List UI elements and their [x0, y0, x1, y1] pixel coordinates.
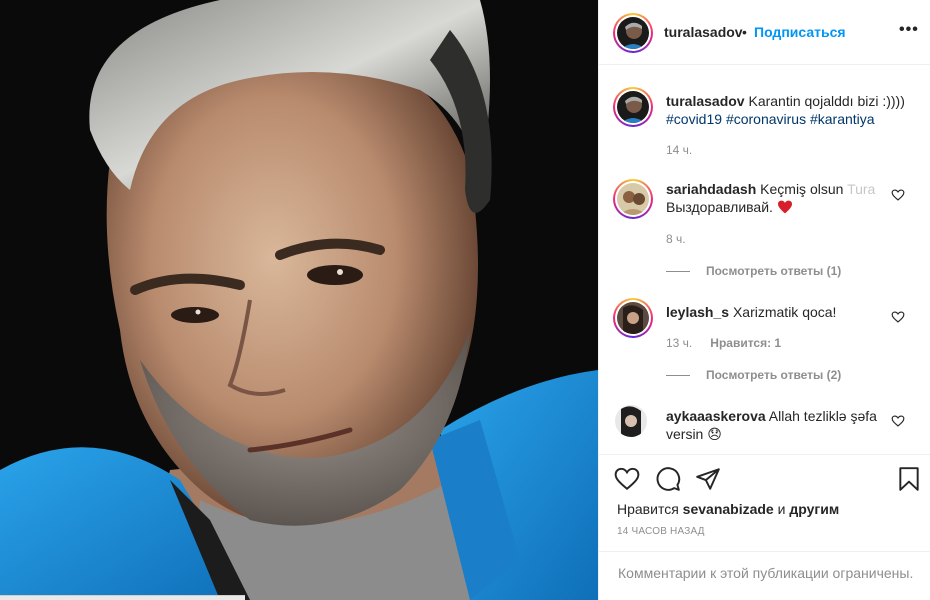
hashtag-link[interactable]: #karantiya	[810, 111, 875, 127]
sad-emoji: 😞	[707, 426, 722, 442]
comment-avatar[interactable]	[613, 179, 653, 219]
liked-by-and: и	[777, 501, 786, 517]
liked-by-text: Нравится sevanabizade и другим	[617, 501, 839, 517]
view-replies-link[interactable]: Посмотреть ответы (2)	[666, 368, 841, 382]
heart-emoji	[777, 200, 793, 214]
comment-username[interactable]: aykaaaskerova	[666, 408, 766, 424]
comment-like-icon[interactable]	[891, 414, 905, 428]
more-dots-icon[interactable]: •••	[899, 21, 919, 39]
post-header: turalasadov • Подписаться •••	[599, 0, 930, 65]
post-timestamp[interactable]: 14 ЧАСОВ НАЗАД	[617, 526, 705, 537]
follow-button[interactable]: Подписаться	[754, 24, 846, 40]
post-image	[0, 0, 598, 600]
comment-time[interactable]: 13 ч.	[666, 336, 692, 350]
author-username[interactable]: turalasadov	[664, 24, 743, 40]
comment-text: aykaaaskerova Allah tezliklə şəfa versin…	[666, 407, 886, 443]
liked-by-others[interactable]: другим	[789, 501, 839, 517]
caption-username[interactable]: turalasadov	[666, 93, 745, 109]
caption-avatar[interactable]	[613, 87, 653, 127]
post-sidebar: turalasadov • Подписаться ••• turalasado…	[598, 0, 930, 600]
author-avatar[interactable]	[613, 13, 653, 53]
comment-username[interactable]: leylash_s	[666, 304, 729, 320]
avatar-image	[617, 91, 649, 123]
view-replies-link[interactable]: Посмотреть ответы (1)	[666, 264, 841, 278]
replies-label: Посмотреть ответы (2)	[706, 368, 842, 382]
comment-avatar[interactable]	[615, 405, 647, 437]
avatar-image	[617, 183, 649, 215]
comment-like-icon[interactable]	[891, 188, 905, 202]
replies-line	[666, 271, 690, 273]
hashtag-link[interactable]: #covid19	[666, 111, 722, 127]
comment-body: Keçmiş olsun	[760, 181, 844, 197]
avatar-image	[617, 302, 649, 334]
caption-text: turalasadov Karantin qojalddı bizi :))))…	[666, 92, 916, 128]
comment-body-faded: Tura	[847, 181, 876, 197]
comment-username[interactable]: sariahdadash	[666, 181, 756, 197]
post-actions: Нравится sevanabizade и другим 14 ЧАСОВ …	[599, 454, 930, 562]
paper-plane-icon[interactable]	[695, 466, 721, 492]
avatar-image	[615, 405, 647, 437]
separator-dot: •	[742, 24, 747, 40]
hashtag-link[interactable]: #coronavirus	[726, 111, 806, 127]
liked-by-prefix: Нравится	[617, 501, 679, 517]
bookmark-icon[interactable]	[896, 466, 922, 492]
comment-avatar[interactable]	[613, 298, 653, 338]
liked-by-user[interactable]: sevanabizade	[683, 501, 774, 517]
comment-like-icon[interactable]	[891, 310, 905, 324]
comment-text: leylash_s Xarizmatik qoca!	[666, 303, 886, 321]
replies-line	[666, 375, 690, 377]
comment-likes[interactable]: Нравится: 1	[710, 336, 781, 350]
avatar-image	[617, 17, 649, 49]
comment-text: sariahdadash Keçmiş olsun Tura Выздоравл…	[666, 180, 886, 216]
comment-body: Xarizmatik qoca!	[732, 304, 837, 320]
caption-time[interactable]: 14 ч.	[666, 143, 692, 157]
photo-bottom-strip	[0, 595, 245, 600]
comment-meta: 13 ч. Нравится: 1	[666, 336, 781, 350]
comment-body-line2: Выздоравливай.	[666, 199, 773, 215]
comment-time[interactable]: 8 ч.	[666, 232, 686, 246]
post-photo[interactable]	[0, 0, 598, 600]
comment-bubble-icon[interactable]	[655, 466, 681, 492]
caption-body: Karantin qojalddı bizi :))))	[748, 93, 905, 109]
replies-label: Посмотреть ответы (1)	[706, 264, 842, 278]
comments-list[interactable]: turalasadov Karantin qojalddı bizi :))))…	[599, 66, 930, 454]
comments-limited-notice: Комментарии к этой публикации ограничены…	[599, 551, 930, 600]
heart-icon[interactable]	[614, 466, 640, 492]
